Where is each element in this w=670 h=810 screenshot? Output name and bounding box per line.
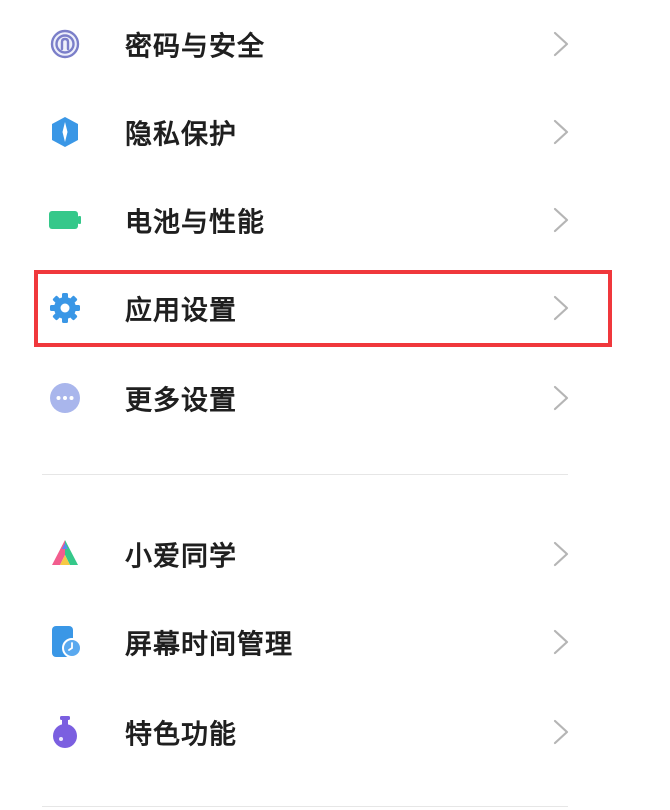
settings-item-label: 更多设置 <box>125 385 237 417</box>
flask-icon <box>48 715 82 749</box>
settings-item-label: 电池与性能 <box>125 207 265 239</box>
more-dots-icon <box>48 381 82 415</box>
chevron-right-icon <box>552 628 570 656</box>
xiaoai-icon <box>48 537 82 571</box>
chevron-right-icon <box>552 718 570 746</box>
chevron-right-icon <box>552 206 570 234</box>
battery-icon <box>48 203 82 237</box>
chevron-right-icon <box>552 384 570 412</box>
settings-item-battery-performance[interactable]: 电池与性能 <box>0 176 670 264</box>
settings-item-xiaoai[interactable]: 小爱同学 <box>0 510 670 598</box>
settings-item-screen-time[interactable]: 屏幕时间管理 <box>0 598 670 686</box>
privacy-shield-icon <box>48 115 82 149</box>
chevron-right-icon <box>552 540 570 568</box>
section-divider <box>42 806 568 807</box>
screen-time-icon <box>48 625 82 659</box>
chevron-right-icon <box>552 30 570 58</box>
chevron-right-icon <box>552 118 570 146</box>
highlight-box <box>34 270 612 347</box>
settings-item-password-security[interactable]: 密码与安全 <box>0 0 670 88</box>
fingerprint-icon <box>48 27 82 61</box>
settings-item-label: 小爱同学 <box>125 541 237 573</box>
settings-item-label: 密码与安全 <box>125 31 265 63</box>
settings-item-special-features[interactable]: 特色功能 <box>0 688 670 776</box>
settings-item-label: 屏幕时间管理 <box>125 629 293 661</box>
settings-item-more-settings[interactable]: 更多设置 <box>0 354 670 442</box>
settings-item-label: 特色功能 <box>125 719 237 751</box>
settings-item-privacy[interactable]: 隐私保护 <box>0 88 670 176</box>
section-divider <box>42 474 568 475</box>
settings-item-label: 隐私保护 <box>125 119 237 151</box>
